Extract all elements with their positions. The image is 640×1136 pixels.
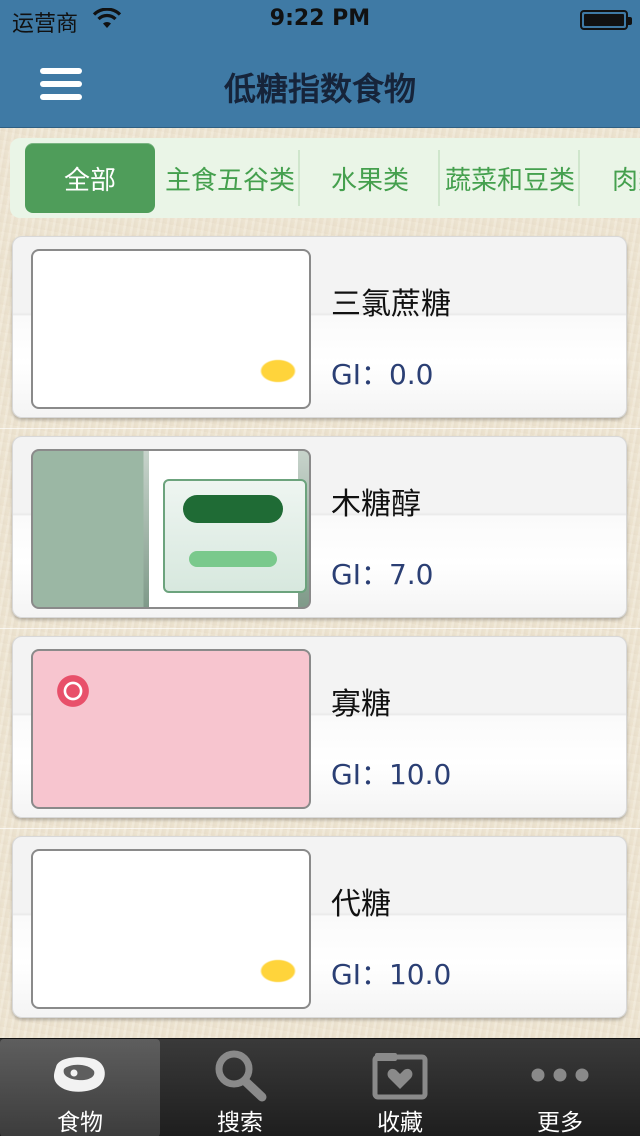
tab-label: 水果类 bbox=[330, 165, 409, 196]
tab-label: 蔬菜和豆类 bbox=[444, 165, 575, 196]
list-divider bbox=[0, 628, 640, 629]
tab-label: 肉类 bbox=[612, 165, 640, 196]
tabbar-label: 收藏 bbox=[377, 1110, 423, 1136]
food-list-item[interactable]: 木糖醇 GI：7.0 bbox=[12, 436, 627, 618]
tabbar-item-food[interactable]: 食物 bbox=[0, 1039, 160, 1136]
favorites-heart-folder-icon bbox=[372, 1053, 428, 1100]
tab-fruits[interactable]: 水果类 bbox=[300, 138, 440, 218]
status-time: 9:22 PM bbox=[269, 6, 371, 31]
tabbar-label: 更多 bbox=[537, 1110, 583, 1136]
food-list-item[interactable]: 代糖 GI：10.0 bbox=[12, 836, 627, 1018]
tabbar-item-search[interactable]: 搜索 bbox=[160, 1039, 320, 1136]
meat-icon bbox=[54, 1057, 105, 1092]
tab-staple-grains[interactable]: 主食五谷类 bbox=[160, 138, 300, 218]
page-title: 低糖指数食物 bbox=[223, 70, 416, 108]
food-image-breakfast bbox=[31, 849, 311, 1009]
navigation-bar: 运营商 9:22 PM 低糖指数食物 bbox=[0, 0, 640, 128]
food-name: 代糖 bbox=[331, 887, 391, 922]
search-icon bbox=[215, 1050, 267, 1102]
food-gi-value: GI：0.0 bbox=[331, 358, 434, 391]
list-divider bbox=[0, 828, 640, 829]
tab-meat[interactable]: 肉类 bbox=[580, 138, 640, 218]
tabbar-label: 搜索 bbox=[217, 1110, 263, 1136]
food-name: 木糖醇 bbox=[331, 487, 421, 522]
food-name: 三氯蔗糖 bbox=[331, 287, 451, 322]
battery-icon bbox=[580, 10, 632, 30]
more-dots-icon bbox=[531, 1068, 589, 1082]
food-image-candy bbox=[31, 649, 311, 809]
food-list-item[interactable]: 寡糖 GI：10.0 bbox=[12, 636, 627, 818]
tab-label: 全部 bbox=[63, 165, 116, 196]
food-name: 寡糖 bbox=[331, 687, 391, 722]
tabbar-item-favorites[interactable]: 收藏 bbox=[320, 1039, 480, 1136]
tabbar-label: 食物 bbox=[57, 1110, 103, 1136]
list-divider bbox=[0, 428, 640, 429]
bottom-tab-bar: 食物 搜索 收藏 更多 bbox=[0, 1038, 640, 1136]
tab-label: 主食五谷类 bbox=[164, 165, 295, 196]
food-gi-value: GI：10.0 bbox=[331, 958, 452, 991]
category-tab-bar: 全部 主食五谷类 水果类 蔬菜和豆类 肉类 bbox=[10, 138, 640, 218]
food-gi-value: GI：10.0 bbox=[331, 758, 452, 791]
food-image-breakfast bbox=[31, 249, 311, 409]
tab-all[interactable]: 全部 bbox=[25, 143, 155, 213]
food-list-item[interactable]: 三氯蔗糖 GI：0.0 bbox=[12, 236, 627, 418]
tab-vegetables-beans[interactable]: 蔬菜和豆类 bbox=[440, 138, 580, 218]
tabbar-item-more[interactable]: 更多 bbox=[480, 1039, 640, 1136]
food-gi-value: GI：7.0 bbox=[331, 558, 434, 591]
status-bar: 运营商 9:22 PM bbox=[0, 0, 640, 40]
food-image-xylitol bbox=[31, 449, 311, 609]
